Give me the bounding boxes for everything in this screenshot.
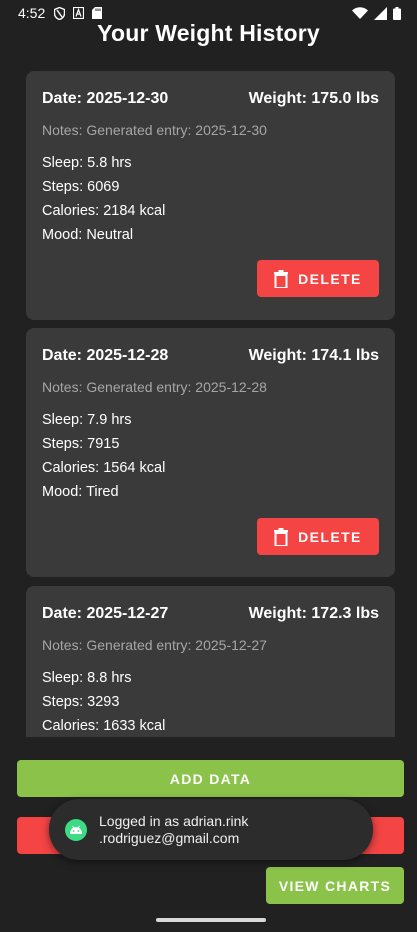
entry-calories: Calories: 1564 kcal: [42, 460, 166, 476]
entry-notes: Notes: Generated entry: 2025-12-27: [42, 637, 267, 653]
delete-button[interactable]: DELETE: [257, 260, 379, 297]
status-time: 4:52: [18, 5, 46, 21]
entry-card: Date: 2025-12-27 Weight: 172.3 lbs Notes…: [26, 586, 395, 737]
view-charts-button[interactable]: VIEW CHARTS: [266, 867, 404, 904]
entry-sleep: Sleep: 7.9 hrs: [42, 412, 132, 428]
entry-date: Date: 2025-12-28: [42, 347, 169, 364]
toast-line: .rodriguez@gmail.com: [99, 829, 240, 846]
entry-notes: Notes: Generated entry: 2025-12-28: [42, 379, 267, 395]
toast-message: Logged in as adrian.rink .rodriguez@gmai…: [99, 813, 248, 847]
weight-history-list[interactable]: Date: 2025-12-30 Weight: 175.0 lbs Notes…: [0, 60, 417, 737]
entry-weight: Weight: 174.1 lbs: [248, 347, 379, 364]
entry-weight: Weight: 175.0 lbs: [248, 90, 379, 107]
entry-notes: Notes: Generated entry: 2025-12-30: [42, 122, 267, 138]
shield-icon: [54, 6, 66, 20]
android-icon: [65, 818, 87, 841]
wifi-icon: [352, 7, 368, 19]
trash-icon: [274, 527, 289, 546]
page-title: Your Weight History: [97, 20, 320, 46]
add-data-button[interactable]: ADD DATA: [17, 760, 404, 797]
sd-card-icon: [92, 7, 103, 19]
toast-line: Logged in as adrian.rink: [99, 812, 249, 829]
entry-steps: Steps: 3293: [42, 694, 120, 710]
entry-date: Date: 2025-12-27: [42, 605, 169, 622]
font-a-icon: [73, 7, 85, 19]
delete-label: DELETE: [298, 270, 362, 287]
entry-date: Date: 2025-12-30: [42, 90, 169, 107]
entry-calories: Calories: 1633 kcal: [42, 718, 166, 734]
login-toast: Logged in as adrian.rink .rodriguez@gmai…: [49, 799, 373, 860]
entry-calories: Calories: 2184 kcal: [42, 203, 166, 219]
entry-mood: Mood: Neutral: [42, 227, 134, 243]
entry-sleep: Sleep: 5.8 hrs: [42, 155, 132, 171]
delete-button[interactable]: DELETE: [257, 518, 379, 555]
trash-icon: [274, 269, 289, 288]
entry-steps: Steps: 7915: [42, 436, 120, 452]
delete-label: DELETE: [298, 528, 362, 545]
home-indicator[interactable]: [156, 918, 266, 922]
entry-card: Date: 2025-12-28 Weight: 174.1 lbs Notes…: [26, 328, 395, 577]
signal-icon: [374, 6, 387, 20]
battery-icon: [393, 6, 401, 20]
entry-card: Date: 2025-12-30 Weight: 175.0 lbs Notes…: [26, 71, 395, 320]
entry-sleep: Sleep: 8.8 hrs: [42, 670, 132, 686]
entry-mood: Mood: Tired: [42, 484, 119, 500]
entry-weight: Weight: 172.3 lbs: [248, 605, 379, 622]
entry-steps: Steps: 6069: [42, 179, 120, 195]
